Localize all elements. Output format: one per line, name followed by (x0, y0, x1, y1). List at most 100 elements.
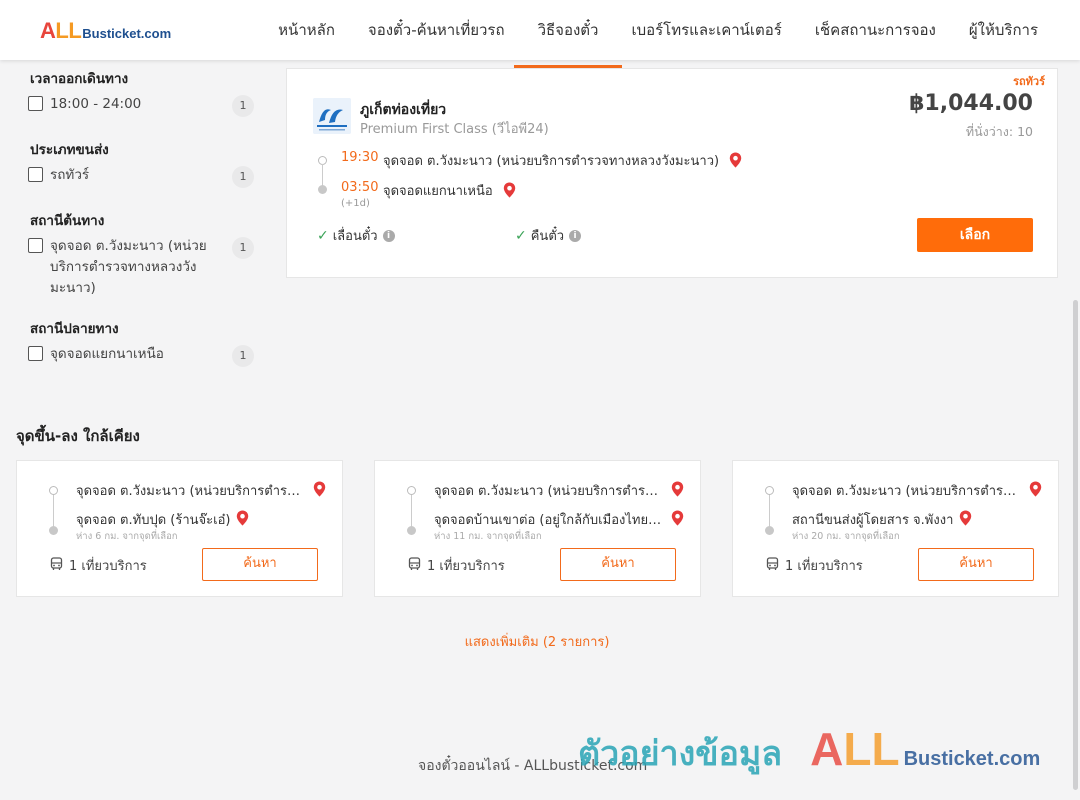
nearby-route-card: จุดจอด ต.วังมะนาว (หน่วยบริการตำรวจทางหล… (732, 460, 1059, 597)
sample-data-watermark: ตัวอย่างข้อมูล ALL Busticket.com (578, 722, 1040, 780)
filter-option-origin-station[interactable]: จุดจอด ต.วังมะนาว (หน่วยบริการตำรวจทางหล… (28, 236, 254, 299)
scrollbar-thumb[interactable] (1073, 300, 1078, 790)
filter-count-badge: 1 (232, 237, 254, 259)
checkbox[interactable] (28, 167, 43, 182)
check-icon: ✓ (515, 227, 527, 244)
filter-option-vehicle-type[interactable]: รถทัวร์ 1 (28, 165, 254, 188)
nearby-to-label: จุดจอด ต.ทับปุด (ร้านจ๊ะเอ๋) (76, 513, 231, 528)
timeline-end-dot (318, 185, 327, 194)
next-day-indicator: (+1d) (341, 198, 370, 209)
info-icon[interactable]: i (382, 229, 395, 242)
nav-phone-counters[interactable]: เบอร์โทรและเคาน์เตอร์ (631, 0, 781, 60)
watermark-logo-all: ALL (810, 723, 900, 775)
nearby-to: สถานีขนส่งผู้โดยสาร จ.พังงา (792, 509, 1042, 530)
trip-price: ฿1,044.00 (909, 91, 1033, 116)
checkbox[interactable] (28, 96, 43, 111)
map-pin-icon[interactable] (1029, 481, 1042, 501)
filter-option-departure-time[interactable]: 18:00 - 24:00 1 (28, 94, 254, 117)
bus-icon (408, 556, 421, 575)
map-pin-icon[interactable] (671, 481, 684, 501)
map-pin-icon[interactable] (313, 481, 326, 501)
operator-class: Premium First Class (วีไอพี24) (360, 122, 549, 137)
nearby-to-label: สถานีขนส่งผู้โดยสาร จ.พังงา (792, 513, 954, 528)
timeline-end-dot (407, 526, 416, 535)
page-scrollbar[interactable] (1070, 60, 1080, 800)
logo-all: ALL (40, 18, 82, 43)
vehicle-type-tag: รถทัวร์ (1013, 75, 1045, 88)
depart-stop: จุดจอด ต.วังมะนาว (หน่วยบริการตำรวจทางหล… (383, 150, 742, 172)
timeline-start-dot (49, 486, 58, 495)
policy-reschedule-label: เลื่อนตั๋ว (332, 229, 378, 244)
timeline-line (411, 495, 412, 527)
info-icon[interactable]: i (569, 229, 582, 242)
nearby-search-button[interactable]: ค้นหา (202, 548, 318, 581)
nearby-trips: 1 เที่ยวบริการ (50, 555, 147, 576)
filter-title-departure-time: เวลาออกเดินทาง (30, 71, 129, 87)
nearby-route-card: จุดจอด ต.วังมะนาว (หน่วยบริการตำรวจทางหล… (374, 460, 701, 597)
filter-title-destination-station: สถานีปลายทาง (30, 321, 119, 337)
arrive-time: 03:50 (341, 180, 379, 195)
nav-check-booking[interactable]: เช็คสถานะการจอง (815, 0, 936, 60)
map-pin-icon[interactable] (729, 152, 742, 172)
nearby-route-card: จุดจอด ต.วังมะนาว (หน่วยบริการตำรวจทางหล… (16, 460, 343, 597)
nearby-from-label: จุดจอด ต.วังมะนาว (หน่วยบริการตำรวจทางหล… (792, 484, 1023, 499)
check-icon: ✓ (317, 227, 329, 244)
show-more-link[interactable]: แสดงเพิ่มเติม (2 รายการ) (0, 631, 1074, 652)
operator-logo (313, 98, 351, 134)
filter-count-badge: 1 (232, 95, 254, 117)
timeline-line (53, 495, 54, 527)
nav-book-search[interactable]: จองตั๋ว-ค้นหาเที่ยวรถ (368, 0, 505, 60)
timeline-line (769, 495, 770, 527)
nav-how-to-book[interactable]: วิธีจองตั๋ว (513, 0, 623, 68)
timeline-end-dot (765, 526, 774, 535)
nearby-trips: 1 เที่ยวบริการ (766, 555, 863, 576)
nav-operators[interactable]: ผู้ให้บริการ (969, 0, 1038, 60)
nearby-distance: ห่าง 20 กม. จากจุดที่เลือก (792, 531, 900, 542)
seats-available: ที่นั่งว่าง: 10 (965, 124, 1033, 139)
nearby-trips-label: 1 เที่ยวบริการ (427, 559, 505, 574)
checkbox[interactable] (28, 346, 43, 361)
nearby-from: จุดจอด ต.วังมะนาว (หน่วยบริการตำรวจทางหล… (792, 480, 1042, 501)
filter-option-destination-station[interactable]: จุดจอดแยกนาเหนือ 1 (28, 344, 254, 367)
nearby-search-button[interactable]: ค้นหา (918, 548, 1034, 581)
filter-option-label: จุดจอด ต.วังมะนาว (หน่วยบริการตำรวจทางหล… (50, 238, 207, 296)
checkbox[interactable] (28, 238, 43, 253)
nearby-from-label: จุดจอด ต.วังมะนาว (หน่วยบริการตำรวจทางหล… (434, 484, 665, 499)
map-pin-icon[interactable] (236, 510, 249, 530)
policy-refund-label: คืนตั๋ว (530, 229, 565, 244)
policy-reschedule: ✓ เลื่อนตั๋ว i (317, 225, 395, 246)
nearby-search-button[interactable]: ค้นหา (560, 548, 676, 581)
main-nav: หน้าหลัก จองตั๋ว-ค้นหาเที่ยวรถ วิธีจองตั… (278, 0, 1038, 68)
map-pin-icon[interactable] (959, 510, 972, 530)
map-pin-icon[interactable] (503, 182, 516, 202)
logo-text: Busticket.com (82, 26, 172, 41)
filter-title-vehicle-type: ประเภทขนส่ง (30, 142, 109, 158)
depart-stop-label: จุดจอด ต.วังมะนาว (หน่วยบริการตำรวจทางหล… (383, 154, 720, 169)
nearby-from: จุดจอด ต.วังมะนาว (หน่วยบริการตำรวจทางหล… (76, 480, 326, 501)
nearby-trips: 1 เที่ยวบริการ (408, 555, 505, 576)
filter-count-badge: 1 (232, 166, 254, 188)
timeline-end-dot (49, 526, 58, 535)
nearby-to: จุดจอด ต.ทับปุด (ร้านจ๊ะเอ๋) (76, 509, 326, 530)
nearby-distance: ห่าง 6 กม. จากจุดที่เลือก (76, 531, 178, 542)
filter-option-label: จุดจอดแยกนาเหนือ (50, 346, 164, 362)
filter-count-badge: 1 (232, 345, 254, 367)
nearby-section-title: จุดขึ้น-ลง ใกล้เคียง (16, 427, 140, 445)
select-trip-button[interactable]: เลือก (917, 218, 1033, 252)
watermark-thai-text: ตัวอย่างข้อมูล (578, 734, 783, 774)
arrive-stop-label: จุดจอดแยกนาเหนือ (383, 184, 493, 199)
nav-home[interactable]: หน้าหลัก (278, 0, 335, 60)
arrive-stop: จุดจอดแยกนาเหนือ (383, 180, 516, 202)
nearby-trips-label: 1 เที่ยวบริการ (69, 559, 147, 574)
trip-card: รถทัวร์ ภูเก็ตท่องเที่ยว Premium First C… (286, 68, 1058, 278)
bus-icon (766, 556, 779, 575)
top-header: ALL Busticket.com หน้าหลัก จองตั๋ว-ค้นหา… (0, 0, 1080, 68)
site-logo[interactable]: ALL Busticket.com (40, 18, 171, 44)
nearby-trips-label: 1 เที่ยวบริการ (785, 559, 863, 574)
nearby-from: จุดจอด ต.วังมะนาว (หน่วยบริการตำรวจทางหล… (434, 480, 684, 501)
nearby-distance: ห่าง 11 กม. จากจุดที่เลือก (434, 531, 542, 542)
depart-time: 19:30 (341, 150, 379, 165)
policy-refund: ✓ คืนตั๋ว i (515, 225, 582, 246)
map-pin-icon[interactable] (671, 510, 684, 530)
filter-option-label: รถทัวร์ (50, 167, 90, 183)
